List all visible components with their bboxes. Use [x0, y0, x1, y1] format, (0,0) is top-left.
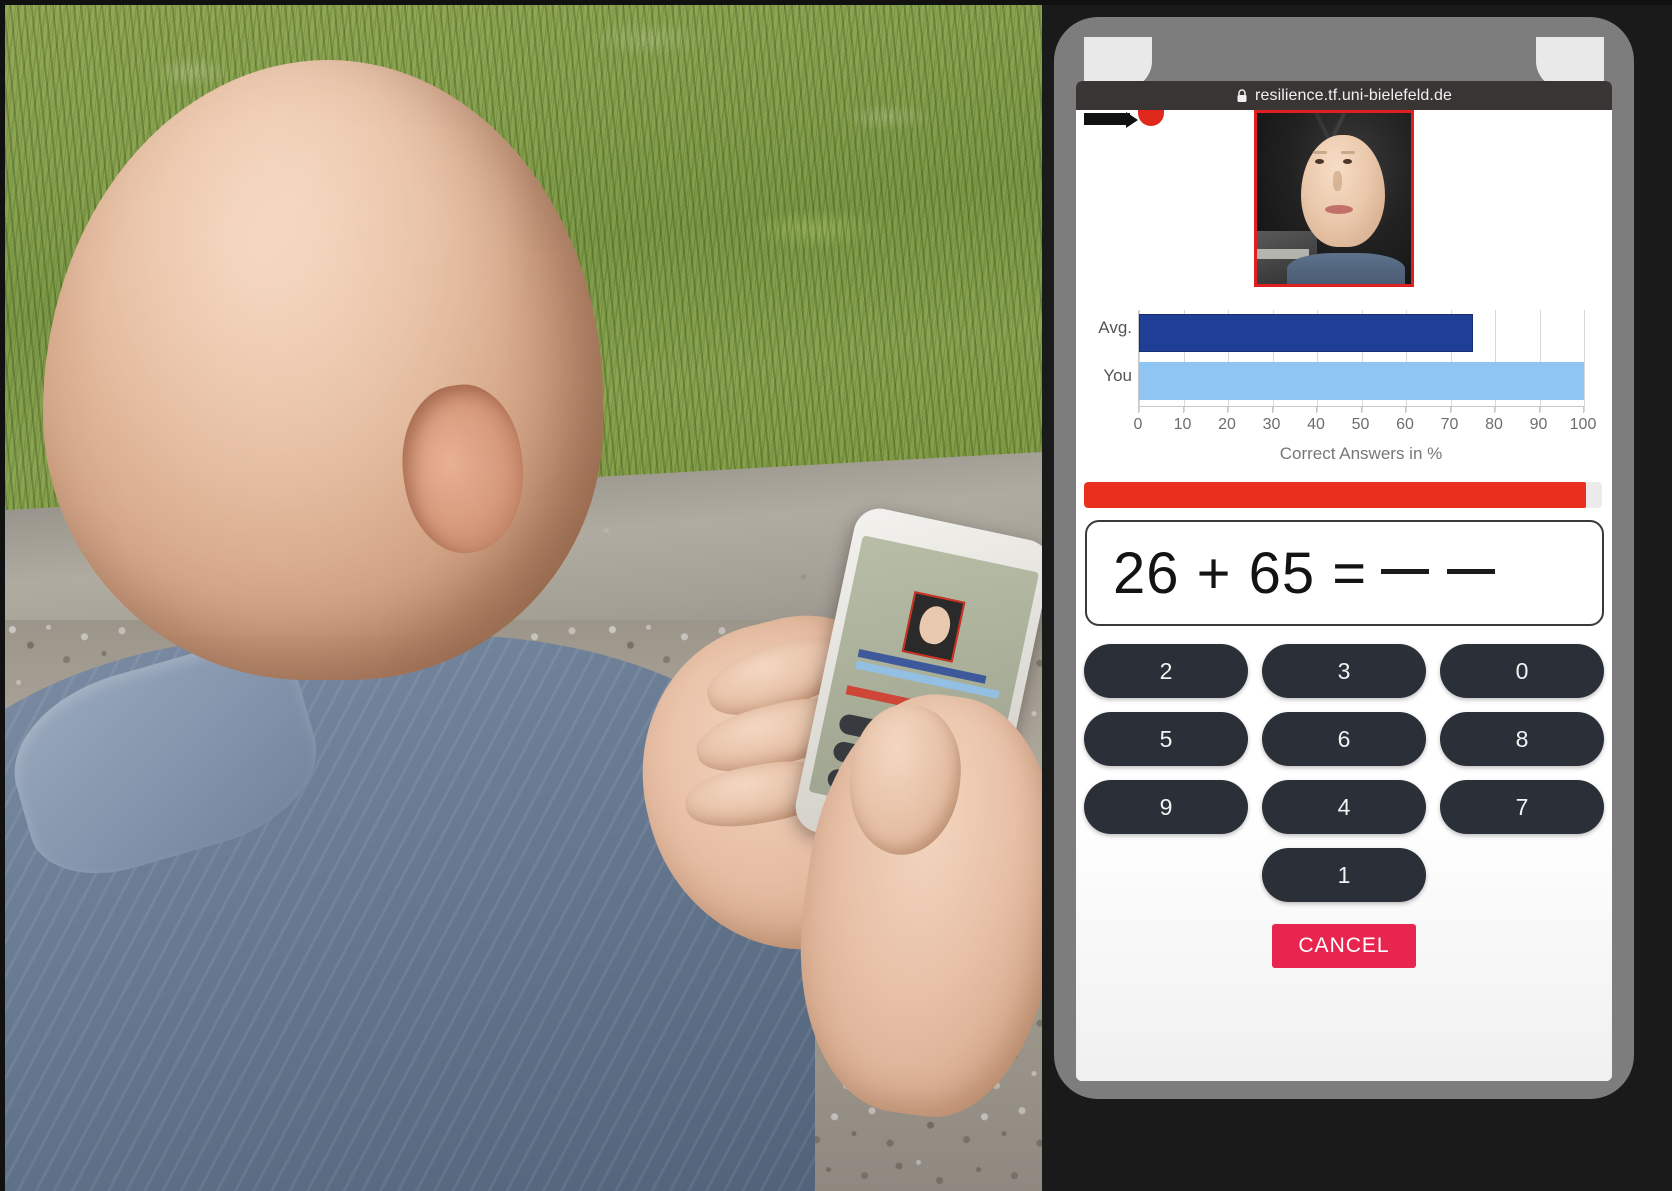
keypad-key-1[interactable]: 1 — [1262, 848, 1426, 902]
chart-tick-label: 0 — [1133, 416, 1143, 433]
screenshot-root: resilience.tf.uni-bielefeld.de Avg. You … — [0, 0, 1672, 1191]
chart-tick-label: 50 — [1351, 416, 1370, 433]
chart-tick-label: 60 — [1396, 416, 1414, 433]
keypad-key-3[interactable]: 3 — [1262, 644, 1426, 698]
chart-tick-label: 100 — [1569, 416, 1597, 433]
video-shirt — [1287, 253, 1405, 284]
video-eye — [1343, 159, 1352, 164]
keypad-key-9[interactable]: 9 — [1084, 780, 1248, 834]
header-arrow-icon — [1126, 112, 1138, 128]
chart-plot-area — [1138, 310, 1585, 412]
lock-icon — [1237, 88, 1247, 102]
browser-url-bar[interactable]: resilience.tf.uni-bielefeld.de — [1076, 81, 1612, 110]
url-text: resilience.tf.uni-bielefeld.de — [1255, 86, 1452, 104]
keypad-key-8[interactable]: 8 — [1440, 712, 1604, 766]
time-progress-fill — [1084, 482, 1587, 508]
chart-tick-mark — [1227, 406, 1228, 413]
answer-slot-2[interactable] — [1447, 568, 1496, 574]
chart-tick-mark — [1538, 406, 1540, 413]
keypad-key-4[interactable]: 4 — [1262, 780, 1426, 834]
page-body: Avg. You 0 10 20 30 40 50 60 70 80 90 10… — [1076, 110, 1612, 1081]
chart-tick-label: 10 — [1173, 416, 1192, 433]
chart-row-label-you: You — [1103, 366, 1132, 385]
chart-bar-row-you — [1139, 362, 1584, 400]
keypad-key-0[interactable]: 0 — [1440, 644, 1604, 698]
handheld-video-thumb — [901, 591, 966, 663]
header-red-dot-icon — [1138, 110, 1164, 126]
cancel-row: CANCEL — [1076, 924, 1612, 968]
chart-tick-mark — [1449, 406, 1451, 413]
equation-text: 26 + 65 = — [1113, 540, 1368, 606]
chart-x-axis-title: Correct Answers in % — [1279, 444, 1443, 463]
keypad-key-6[interactable]: 6 — [1262, 712, 1426, 766]
time-progress-bar — [1084, 482, 1602, 508]
chart-tick-label: 90 — [1529, 416, 1548, 433]
chart-bar-row-avg — [1139, 314, 1584, 352]
chart-tick-label: 20 — [1218, 416, 1236, 433]
cancel-button[interactable]: CANCEL — [1272, 924, 1416, 968]
chart-tick-label: 70 — [1440, 416, 1459, 433]
chart-tick-mark — [1271, 406, 1273, 413]
video-eyebrow — [1341, 151, 1355, 154]
equation-display: 26 + 65 = — [1085, 520, 1604, 626]
chart-tick-label: 80 — [1485, 416, 1503, 433]
video-eyebrow — [1313, 151, 1327, 154]
header-artifact — [1084, 113, 1130, 125]
chart-tick-mark — [1182, 406, 1184, 413]
chart-tick-mark — [1494, 406, 1495, 413]
photo-panel — [5, 5, 1042, 1191]
chart-tick-label: 40 — [1307, 416, 1325, 433]
chart-bar-you — [1139, 362, 1584, 400]
performance-chart: Avg. You 0 10 20 30 40 50 60 70 80 90 10… — [1086, 306, 1597, 474]
video-nose — [1333, 171, 1342, 191]
video-eye — [1315, 159, 1324, 164]
self-view-video[interactable] — [1254, 110, 1414, 287]
keypad-key-2[interactable]: 2 — [1084, 644, 1248, 698]
chart-bar-avg — [1139, 314, 1473, 352]
chart-tick-mark — [1360, 406, 1362, 413]
chart-tick-mark — [1583, 406, 1584, 413]
chart-tick-label: 30 — [1262, 416, 1281, 433]
number-keypad[interactable]: 230 568 9471 — [1084, 644, 1604, 902]
answer-slot-1[interactable] — [1381, 568, 1430, 574]
video-mouth — [1325, 205, 1353, 214]
keypad-key-7[interactable]: 7 — [1440, 780, 1604, 834]
chart-tick-mark — [1138, 406, 1139, 413]
keypad-key-5[interactable]: 5 — [1084, 712, 1248, 766]
chart-tick-mark — [1316, 406, 1317, 413]
chart-tick-mark — [1405, 406, 1406, 413]
chart-row-label-avg: Avg. — [1098, 318, 1132, 337]
phone-mockup-panel: resilience.tf.uni-bielefeld.de Avg. You … — [1042, 5, 1672, 1191]
phone-frame: resilience.tf.uni-bielefeld.de Avg. You … — [1054, 17, 1634, 1099]
answer-slots[interactable] — [1381, 568, 1496, 578]
phone-screen: resilience.tf.uni-bielefeld.de Avg. You … — [1076, 81, 1612, 1081]
chart-gridline — [1584, 310, 1585, 412]
